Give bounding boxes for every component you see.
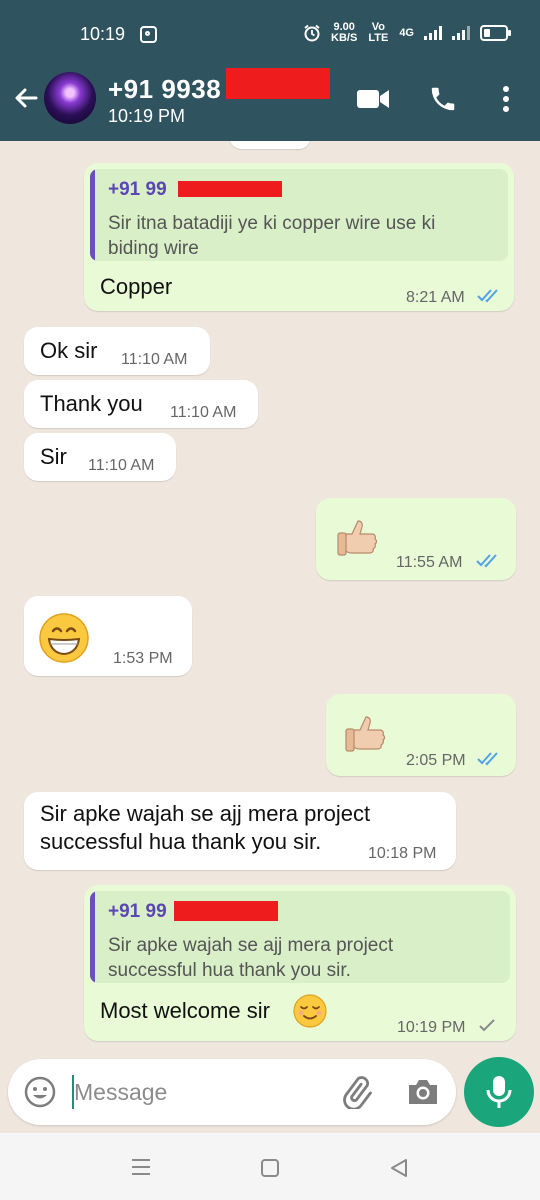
quoted-sender: +91 99 (108, 179, 167, 200)
mic-icon (486, 1076, 512, 1108)
status-time: 10:19 (80, 24, 126, 44)
quoted-text-line: biding wire (108, 238, 199, 259)
nav-back-icon[interactable] (388, 1157, 410, 1179)
status-icons: 9.00 KB/S Vo LTE 4G (303, 21, 511, 44)
avatar[interactable] (44, 72, 96, 124)
message-bubble-outgoing[interactable]: 11:55 AM (316, 498, 516, 580)
nav-home-icon[interactable] (260, 1158, 280, 1178)
message-time: 2:05 PM (406, 752, 466, 769)
sent-tick-icon (479, 1019, 495, 1032)
read-ticks-icon (476, 554, 497, 568)
partial-bubble (230, 141, 310, 149)
signal-icon-2 (452, 26, 470, 40)
message-bubble-incoming[interactable]: Sir 11:10 AM (24, 433, 176, 481)
quote-accent-bar (90, 169, 95, 261)
system-nav-bar (0, 1133, 540, 1200)
thumbs-up-emoji-icon (345, 716, 386, 752)
net-speed: 9.00 KB/S (331, 21, 358, 44)
read-ticks-icon (477, 752, 498, 766)
message-bubble-incoming[interactable]: 1:53 PM (24, 596, 192, 676)
phone-icon[interactable] (428, 84, 458, 114)
message-text-line: Sir apke wajah se ajj mera project (40, 801, 371, 826)
thumbs-up-emoji-icon (337, 520, 378, 556)
message-bubble-outgoing[interactable]: 2:05 PM (326, 694, 516, 776)
chat-area[interactable]: +91 99 Sir itna batadiji ye ki copper wi… (0, 141, 540, 1058)
emoji-icon[interactable] (24, 1076, 56, 1108)
message-bubble-incoming[interactable]: Sir apke wajah se ajj mera project succe… (24, 792, 456, 870)
message-text: Copper (100, 274, 173, 299)
read-ticks-icon (477, 289, 498, 303)
message-time: 1:53 PM (113, 650, 173, 667)
quoted-message[interactable]: +91 99 Sir itna batadiji ye ki copper wi… (90, 169, 508, 261)
attach-icon[interactable] (338, 1073, 374, 1109)
contact-name[interactable]: +91 9938 (108, 74, 221, 105)
last-seen: 10:19 PM (108, 106, 186, 126)
nav-menu-icon[interactable] (131, 1158, 151, 1176)
quoted-text-line: successful hua thank you sir. (108, 960, 351, 981)
message-time: 11:10 AM (121, 351, 188, 368)
back-arrow-icon[interactable] (12, 84, 40, 112)
message-time: 10:18 PM (368, 845, 437, 862)
battery-icon (480, 25, 511, 41)
more-options-icon[interactable] (500, 84, 512, 114)
message-bubble-outgoing[interactable]: +91 99 Sir itna batadiji ye ki copper wi… (84, 163, 514, 311)
quoted-sender: +91 99 (108, 901, 167, 922)
chat-header: +91 9938 10:19 PM (0, 68, 540, 141)
message-time: 8:21 AM (406, 289, 465, 306)
instagram-notification-icon (140, 26, 157, 43)
relieved-face-emoji-icon (293, 994, 327, 1028)
quoted-text-line: Sir apke wajah se ajj mera project (108, 935, 394, 956)
status-bar: 10:19 9.00 KB/S Vo LTE 4G (0, 0, 540, 68)
video-call-icon[interactable] (356, 88, 390, 110)
mic-button[interactable] (464, 1057, 534, 1127)
quote-accent-bar (90, 891, 95, 983)
message-text: Most welcome sir (100, 998, 270, 1023)
message-bubble-outgoing[interactable]: +91 99 Sir apke wajah se ajj mera projec… (84, 885, 516, 1041)
message-composer[interactable]: Message (8, 1059, 456, 1125)
message-text: Ok sir (40, 338, 98, 363)
network-type: 4G (399, 26, 414, 39)
message-text: Sir (40, 444, 67, 469)
message-text-line: successful hua thank you sir. (40, 829, 322, 854)
message-time: 10:19 PM (397, 1019, 466, 1036)
signal-icon (424, 26, 442, 40)
redaction-box (178, 181, 282, 197)
quoted-text-line: Sir itna batadiji ye ki copper wire use … (108, 213, 436, 234)
message-time: 11:10 AM (88, 457, 155, 474)
message-text: Thank you (40, 391, 143, 416)
volte-indicator: Vo LTE (368, 21, 389, 44)
quoted-message[interactable]: +91 99 Sir apke wajah se ajj mera projec… (90, 891, 510, 983)
redaction-box (226, 68, 330, 99)
message-bubble-incoming[interactable]: Thank you 11:10 AM (24, 380, 258, 428)
camera-icon[interactable] (406, 1077, 440, 1107)
message-bubble-incoming[interactable]: Ok sir 11:10 AM (24, 327, 210, 375)
message-time: 11:10 AM (170, 404, 237, 421)
grinning-face-emoji-icon (39, 613, 89, 663)
alarm-icon (304, 24, 320, 42)
message-time: 11:55 AM (396, 554, 463, 571)
redaction-box (174, 901, 278, 921)
message-input[interactable]: Message (74, 1079, 167, 1106)
